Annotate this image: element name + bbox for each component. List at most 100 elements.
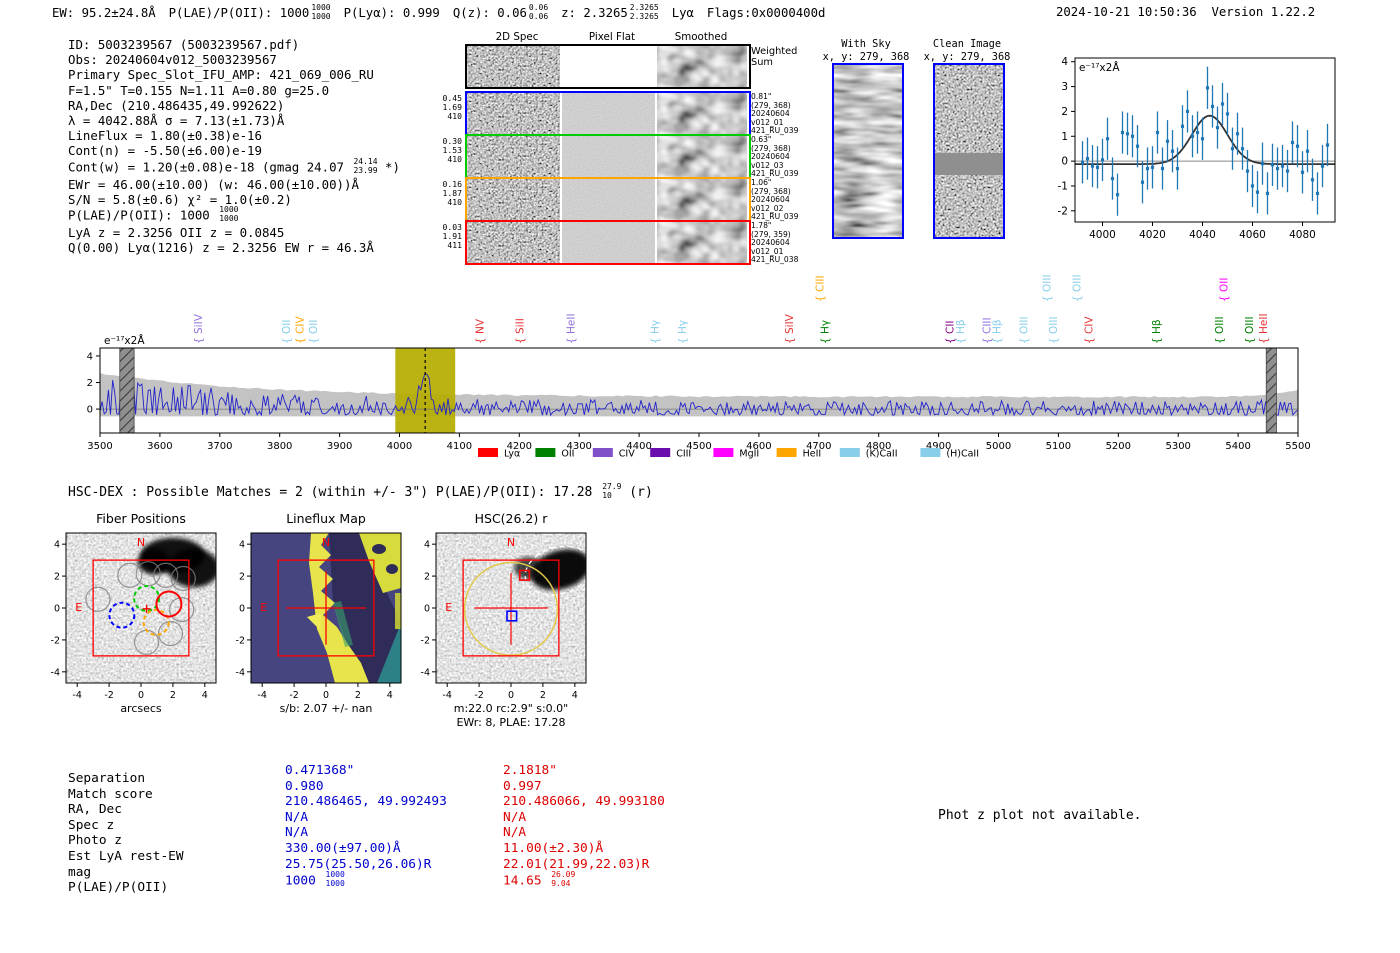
svg-text:4: 4 bbox=[424, 540, 430, 551]
spec2d-cell-pixelflat bbox=[560, 93, 657, 134]
svg-text:-4: -4 bbox=[442, 690, 451, 701]
match-col1-value-1: 0.980 bbox=[285, 778, 324, 794]
spec2d-cell-2dspec bbox=[467, 222, 560, 263]
line-label-Hγ-8: { Hγ bbox=[677, 320, 689, 344]
svg-text:0: 0 bbox=[239, 604, 245, 615]
svg-text:-4: -4 bbox=[51, 667, 60, 678]
legend-item-Lyα: Lyα bbox=[478, 448, 520, 460]
elixer-report-page: EW: 95.2±24.8Å P(LAE)/P(OII): 1000 1000 100… bbox=[0, 0, 1400, 953]
linefit-plot: 4000 4020 4040 4060 4080 -2 -1 0 1 2 3 4 e⁻¹⁷x2Å bbox=[1058, 56, 1336, 241]
line-label-HeII-25: { HeII bbox=[1258, 313, 1270, 344]
svg-text:Lineflux Map: Lineflux Map bbox=[286, 511, 366, 526]
header-seg-0: EW: 95.2±24.8Å bbox=[52, 6, 156, 21]
svg-text:E: E bbox=[75, 601, 82, 614]
spec2d-row-4 bbox=[465, 220, 751, 265]
line-label-Hγ-7: { Hγ bbox=[649, 320, 661, 344]
svg-text:3800: 3800 bbox=[267, 441, 292, 452]
svg-text:3600: 3600 bbox=[147, 441, 172, 452]
spec2d-row-0 bbox=[465, 44, 751, 89]
with-sky-title: With Sky x, y: 279, 368 bbox=[822, 38, 910, 63]
spec2d-cell-smoothed bbox=[657, 93, 747, 134]
match-col1-value-4: N/A bbox=[285, 825, 309, 841]
svg-text:e⁻¹⁷x2Å: e⁻¹⁷x2Å bbox=[104, 334, 145, 347]
svg-text:4040: 4040 bbox=[1189, 229, 1216, 241]
spec2d-cell-2dspec bbox=[467, 93, 560, 134]
svg-text:-4: -4 bbox=[236, 667, 245, 678]
stacked-fraction: 27.9 10 bbox=[602, 482, 622, 500]
legend-item-CIV: CIV bbox=[592, 448, 635, 460]
legend-item-HeII: HeII bbox=[776, 448, 822, 460]
svg-text:-2: -2 bbox=[236, 635, 245, 646]
info-line-5: λ = 4042.88Å σ = 7.13(±1.73)Å bbox=[68, 113, 285, 129]
match-col2-value-4: N/A bbox=[503, 825, 527, 841]
svg-text:(H)CaII: (H)CaII bbox=[946, 449, 979, 460]
match-row-label-1: Match score bbox=[68, 786, 153, 802]
spec2d-cell-pixelflat bbox=[560, 46, 657, 87]
spec2d-cell-2dspec bbox=[467, 136, 560, 177]
legend-item-OII: OII bbox=[535, 448, 574, 460]
line-label-SiIV-0: { SiIV bbox=[193, 313, 205, 344]
spec2d-row-3-leftlabels: 0.16 1.87 410 bbox=[442, 179, 463, 208]
spec2d-cell-smoothed bbox=[657, 136, 747, 177]
svg-text:2: 2 bbox=[1061, 106, 1068, 118]
match-table-labels: Separation Match score RA, Dec Spec z Photo … bbox=[68, 771, 285, 896]
info-line-12: LyA z = 2.3256 OII z = 0.0845 bbox=[68, 224, 285, 240]
full-spectrum-plot: 3500 3600 3700 3800 3900 4000 4100 4200 4300 4400… bbox=[87, 274, 1311, 460]
match-col2-value-5: 11.00(±2.30)Å bbox=[503, 840, 604, 856]
spec2d-cell-2dspec bbox=[467, 179, 560, 220]
svg-text:e⁻¹⁷x2Å: e⁻¹⁷x2Å bbox=[1079, 61, 1120, 74]
svg-text:N: N bbox=[322, 536, 330, 549]
svg-text:-2: -2 bbox=[289, 690, 298, 701]
summary-header: EW: 95.2±24.8Å P(LAE)/P(OII): 1000 1000 100… bbox=[52, 3, 838, 23]
match-row-label-3: Spec z bbox=[68, 817, 115, 833]
header-seg-1: P(LAE)/P(OII): 1000 1000 1000 bbox=[168, 3, 331, 21]
line-label-SiIV-9: { SiIV bbox=[784, 313, 796, 344]
spec2d-cell-pixelflat bbox=[560, 222, 657, 263]
svg-text:arcsecs: arcsecs bbox=[120, 702, 162, 715]
line-label-OIII-19: { OIII bbox=[1072, 274, 1084, 302]
spec2d-row-1-leftlabels: 0.45 1.69 410 bbox=[442, 93, 463, 122]
svg-text:0: 0 bbox=[54, 604, 60, 615]
spec2d-cell-pixelflat bbox=[560, 136, 657, 177]
svg-text:(K)CaII: (K)CaII bbox=[866, 449, 898, 460]
line-label-Hβ-13: { Hβ bbox=[955, 319, 967, 344]
info-line-13: Q(0.00) Lyα(1216) z = 2.3256 EW r = 46.3… bbox=[68, 240, 374, 256]
svg-text:4: 4 bbox=[87, 351, 93, 362]
stacked-fraction: 1000 1000 bbox=[311, 3, 331, 21]
stacked-fraction: 1000 1000 bbox=[219, 204, 239, 223]
spec2d-row-3-rightlabels: 1.06" (279, 368) 20240604 v012_02 421_RU_039 bbox=[751, 178, 799, 222]
legend-item-(H)CaII: (H)CaII bbox=[920, 448, 979, 460]
with-sky-image bbox=[832, 63, 904, 239]
info-line-2: Primary Spec_Slot_IFU_AMP: 421_069_006_R… bbox=[68, 67, 374, 83]
header-seg-4: z: 2.3265 2.3265 2.3265 bbox=[561, 3, 659, 21]
match-table-col2: 2.1818" 0.997 210.486066, 49.993180 N/A N/A 1… bbox=[503, 763, 733, 896]
match-col2-value-6: 22.01(21.99,22.03)R bbox=[503, 856, 650, 872]
detection-info-block: ID: 5003239567 (5003239567.pdf) Obs: 2024… bbox=[68, 37, 400, 255]
svg-text:-4: -4 bbox=[257, 690, 266, 701]
match-row-label-4: Photo z bbox=[68, 833, 122, 849]
svg-text:CIII: CIII bbox=[676, 449, 691, 460]
svg-text:HeII: HeII bbox=[803, 449, 822, 460]
info-line-3: F=1.5" T=0.155 N=1.11 A=0.80 g=25.0 bbox=[68, 82, 330, 98]
spec2d-row-0-rightlabels: Weighted Sum bbox=[751, 46, 798, 68]
match-row-label-2: RA, Dec bbox=[68, 802, 122, 818]
header-seg-3: Q(z): 0.06 0.06 0.06 bbox=[452, 3, 549, 21]
line-label-CIV-20: { CIV bbox=[1084, 316, 1096, 344]
match-row-label-5: Est LyA rest-EW bbox=[68, 848, 184, 864]
match-col2-value-1: 0.997 bbox=[503, 778, 542, 794]
svg-text:EWr: 8, PLAE: 17.28: EWr: 8, PLAE: 17.28 bbox=[456, 716, 565, 729]
info-line-1: Obs: 20240604v012_5003239567 bbox=[68, 52, 277, 68]
spec2d-row-1-rightlabels: 0.81" (279, 368) 20240604 v012_01 421_RU_039 bbox=[751, 92, 799, 136]
match-row-label-0: Separation bbox=[68, 771, 146, 786]
legend-item-MgII: MgII bbox=[713, 448, 759, 460]
svg-text:4060: 4060 bbox=[1239, 229, 1266, 241]
line-label-OII-3: { OII bbox=[308, 320, 320, 344]
legend-item-CIII: CIII bbox=[650, 448, 691, 460]
hsc-cutout-panel: HSC(26.2) rNE-4-4-2-2002244m:22.0 rc:2.9… bbox=[421, 511, 587, 729]
svg-text:4: 4 bbox=[387, 690, 393, 701]
svg-text:m:22.0 rc:2.9" s:0.0": m:22.0 rc:2.9" s:0.0" bbox=[454, 702, 569, 715]
svg-text:4: 4 bbox=[54, 540, 60, 551]
line-label-OIII-24: { OIII bbox=[1244, 316, 1256, 344]
svg-text:N: N bbox=[507, 536, 515, 549]
spec2d-cell-smoothed bbox=[657, 179, 747, 220]
